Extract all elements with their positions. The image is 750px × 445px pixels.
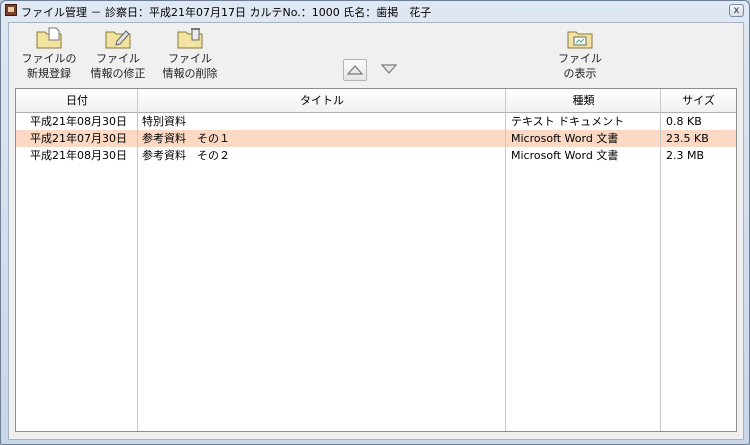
folder-new-icon [36,27,62,49]
cell-size: 0.8 KB [666,115,702,128]
column-header-date[interactable]: 日付 [16,89,138,112]
folder-delete-icon [177,27,203,49]
column-divider [137,89,138,431]
view-file-button[interactable]: ファイル の表示 [544,27,616,81]
cell-title: 参考資料 その１ [142,132,230,145]
cell-title: 特別資料 [142,115,186,128]
window-title: ファイル管理 － 診察日：平成21年07月17日 カルテNo.：1000 氏名：… [21,6,432,19]
table-row[interactable]: 平成21年08月30日 参考資料 その２ Microsoft Word 文書 2… [16,147,736,164]
column-divider [505,89,506,431]
app-icon [5,4,17,16]
move-up-button[interactable] [343,59,367,81]
title-bar[interactable]: ファイル管理 － 診察日：平成21年07月17日 カルテNo.：1000 氏名：… [1,1,749,21]
table-row[interactable]: 平成21年08月30日 特別資料 テキスト ドキュメント 0.8 KB [16,113,736,130]
cell-size: 2.3 MB [666,149,705,162]
edit-file-info-button[interactable]: ファイル 情報の修正 [82,27,154,81]
column-header-type[interactable]: 種類 [506,89,661,112]
view-file-label-2: の表示 [563,67,597,80]
edit-file-label-2: 情報の修正 [90,67,146,80]
cell-title: 参考資料 その２ [142,149,230,162]
client-area: ファイルの 新規登録 ファイル 情報の修正 ファイル 情報の削除 ファイル の表… [8,22,744,440]
triangle-up-icon [346,65,364,75]
cell-date: 平成21年08月30日 [30,149,127,162]
column-header-size[interactable]: サイズ [661,89,736,112]
cell-size: 23.5 KB [666,132,709,145]
cell-type: テキスト ドキュメント [511,115,625,128]
new-file-label-2: 新規登録 [27,67,71,80]
new-file-label-1: ファイルの [21,52,77,65]
move-down-button[interactable] [378,59,402,81]
delete-file-label-2: 情報の削除 [162,67,218,80]
cell-type: Microsoft Word 文書 [511,149,619,162]
delete-file-label-1: ファイル [168,52,212,65]
edit-file-label-1: ファイル [96,52,140,65]
cell-date: 平成21年08月30日 [30,115,127,128]
close-button[interactable]: x [729,4,744,17]
cell-type: Microsoft Word 文書 [511,132,619,145]
new-file-button[interactable]: ファイルの 新規登録 [13,27,85,81]
column-header-title[interactable]: タイトル [138,89,506,112]
table-header: 日付 タイトル 種類 サイズ [16,89,736,113]
window: ファイル管理 － 診察日：平成21年07月17日 カルテNo.：1000 氏名：… [0,0,750,445]
folder-view-icon [567,27,593,49]
delete-file-info-button[interactable]: ファイル 情報の削除 [154,27,226,81]
folder-edit-icon [105,27,131,49]
view-file-label-1: ファイル [558,52,602,65]
file-table: 日付 タイトル 種類 サイズ 平成21年08月30日 特別資料 テキスト ドキュ… [15,88,737,432]
triangle-down-icon [380,64,398,74]
cell-date: 平成21年07月30日 [30,132,127,145]
column-divider [660,89,661,431]
table-row-selected[interactable]: 平成21年07月30日 参考資料 その１ Microsoft Word 文書 2… [16,130,736,147]
